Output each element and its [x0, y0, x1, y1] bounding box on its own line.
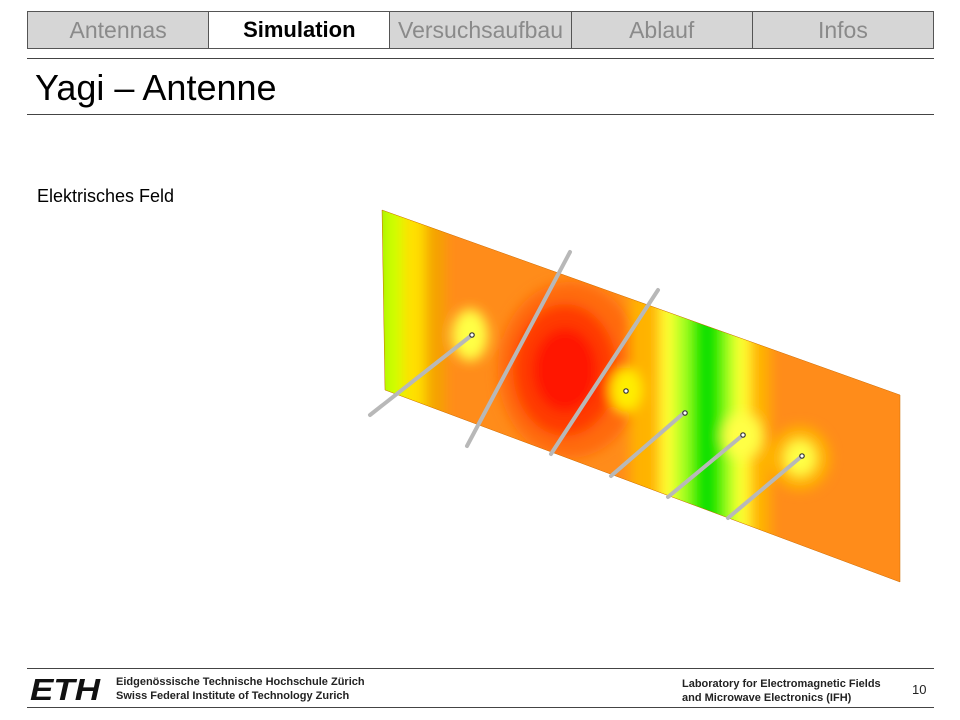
footer-divider-bottom — [27, 707, 934, 708]
eth-logo: ETH — [30, 675, 101, 703]
institute-name-de: Eidgenössische Technische Hochschule Zür… — [116, 676, 365, 688]
footer-lab: Laboratory for Electromagnetic Fields an… — [682, 677, 881, 705]
tab-versuchsaufbau[interactable]: Versuchsaufbau — [390, 12, 572, 48]
institute-name-en: Swiss Federal Institute of Technology Zu… — [116, 690, 350, 702]
field-plane — [382, 210, 900, 582]
tab-antennas[interactable]: Antennas — [28, 12, 210, 48]
page-number: 10 — [912, 682, 927, 697]
electric-field-plot — [368, 209, 901, 583]
page-title: Yagi – Antenne — [35, 67, 277, 108]
tab-ablauf[interactable]: Ablauf — [572, 12, 753, 48]
tab-simulation[interactable]: Simulation — [209, 12, 391, 48]
header-divider-top — [27, 58, 934, 59]
footer-divider-top — [27, 668, 934, 669]
tab-bar: Antennas Simulation Versuchsaufbau Ablau… — [27, 11, 934, 49]
tab-infos[interactable]: Infos — [753, 12, 933, 48]
header-divider-bottom — [27, 114, 934, 115]
footer-institution: ETH Eidgenössische Technische Hochschule… — [30, 675, 365, 703]
eth-logo-text: ETH — [30, 675, 101, 703]
lab-name-line2: and Microwave Electronics (IFH) — [682, 692, 852, 704]
figure-caption: Elektrisches Feld — [37, 186, 175, 206]
lab-name-line1: Laboratory for Electromagnetic Fields — [682, 678, 881, 690]
